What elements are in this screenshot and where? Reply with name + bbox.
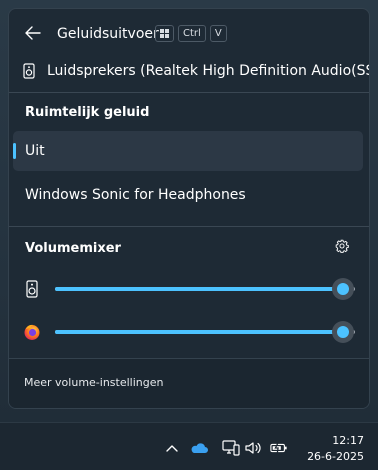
mixer-row-system (9, 274, 369, 304)
more-volume-settings-link[interactable]: Meer volume-instellingen (24, 376, 163, 389)
speaker-icon (23, 280, 41, 298)
selection-indicator (13, 143, 16, 159)
sound-output-flyout: Geluidsuitvoer Ctrl V Luidsprekers (Real (8, 8, 370, 409)
option-label: Uit (25, 143, 45, 159)
volume-icon (245, 442, 261, 454)
taskbar: 12:17 26-6-2025 (0, 422, 378, 470)
output-device-label: Luidsprekers (Realtek High Definition Au… (47, 63, 370, 79)
spatial-option-windows-sonic[interactable]: Windows Sonic for Headphones (13, 175, 363, 215)
page-title: Geluidsuitvoer (57, 26, 159, 42)
ctrl-key: Ctrl (178, 25, 206, 42)
divider (9, 226, 369, 227)
battery-icon (270, 442, 287, 454)
flyout-footer: Meer volume-instellingen (9, 358, 369, 408)
back-button[interactable] (21, 22, 45, 44)
taskbar-clock[interactable]: 12:17 26-6-2025 (307, 433, 364, 465)
clock-date: 26-6-2025 (307, 450, 364, 463)
windows-key-icon (155, 25, 174, 42)
volume-slider-system[interactable] (55, 278, 355, 300)
slider-fill (55, 287, 343, 291)
volume-mixer-title: Volumemixer (25, 241, 121, 256)
speaker-icon (23, 63, 35, 83)
mixer-settings-button[interactable] (335, 238, 353, 256)
network-button[interactable] (222, 439, 240, 457)
spatial-option-off[interactable]: Uit (13, 131, 363, 171)
flyout-header: Geluidsuitvoer Ctrl V (9, 9, 369, 57)
firefox-icon (23, 323, 41, 341)
volume-button[interactable] (245, 439, 263, 457)
keyboard-shortcut: Ctrl V (155, 25, 227, 42)
gear-icon (335, 239, 349, 254)
option-label: Windows Sonic for Headphones (25, 187, 246, 203)
spatial-sound-title: Ruimtelijk geluid (25, 105, 150, 120)
volume-slider-firefox[interactable] (55, 321, 355, 343)
slider-fill (55, 330, 343, 334)
mixer-row-firefox (9, 317, 369, 347)
slider-thumb[interactable] (332, 278, 354, 300)
clock-time: 12:17 (332, 434, 364, 447)
battery-button[interactable] (270, 439, 288, 457)
onedrive-button[interactable] (190, 439, 208, 457)
show-hidden-icons-button[interactable] (163, 439, 181, 457)
v-key: V (209, 25, 227, 42)
divider (9, 92, 369, 93)
slider-thumb[interactable] (332, 321, 354, 343)
output-device-item[interactable]: Luidsprekers (Realtek High Definition Au… (9, 55, 369, 85)
back-arrow-icon (25, 26, 41, 40)
chevron-up-icon (166, 445, 178, 452)
network-icon (222, 440, 240, 456)
onedrive-icon (191, 443, 208, 453)
